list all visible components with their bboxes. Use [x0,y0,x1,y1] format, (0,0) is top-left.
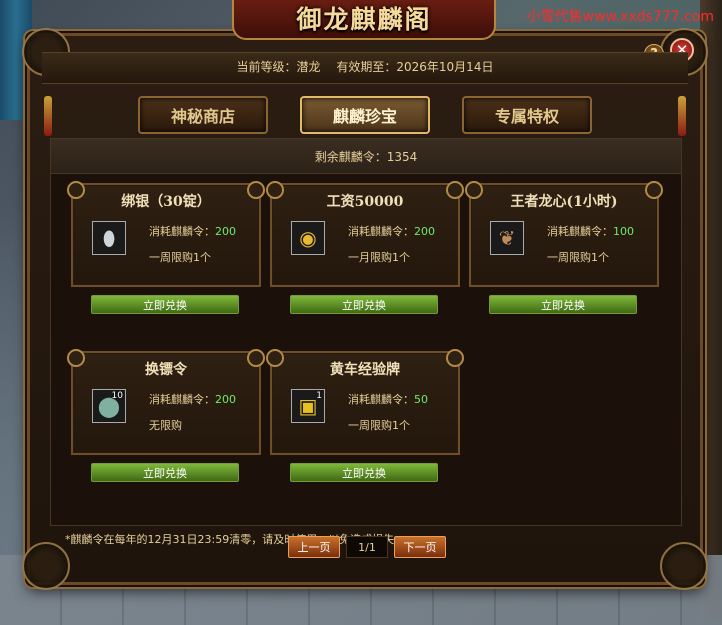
vip-info: 当前等级：潜龙 有效期至：2026年10月14日 [30,58,700,75]
tab-exclusive-privilege[interactable]: 专属特权 [462,96,592,134]
item-count: 10 [111,391,123,401]
expire-label: 有效期至：2026年10月14日 [336,60,494,74]
shop-item-card: 换镖令 ⬤ 10 消耗麒麟令：200 无限购 [67,349,265,455]
gold-cart-icon[interactable]: ▣ 1 [291,389,325,423]
item-title: 黄车经验牌 [330,362,400,378]
shop-item-card: 王者龙心(1小时) ❦ 消耗麒麟令：100 一周限购1个 [465,181,663,287]
page-indicator: 1/1 [346,536,388,558]
shop-panel: 剩余麒麟令：1354 绑银（30锭） ⬮ 消耗麒麟令：200 一周限购1个 立即… [50,138,682,546]
item-title: 工资50000 [326,194,404,210]
watermark-text: 小雪代售www.xxds777.com [526,9,714,25]
redeem-button[interactable]: 立即兑换 [91,463,239,482]
escort-token-icon[interactable]: ⬤ 10 [92,389,126,423]
remaining-tokens: 剩余麒麟令：1354 [51,139,681,174]
next-page-button[interactable]: 下一页 [394,536,446,558]
prev-page-button[interactable]: 上一页 [288,536,340,558]
item-limit: 一周限购1个 [149,251,211,264]
shop-item-card: 工资50000 ◉ 消耗麒麟令：200 一月限购1个 [266,181,464,287]
window-title: 御龙麒麟阁 [232,0,496,40]
silver-ingot-icon[interactable]: ⬮ [92,221,126,255]
background-pillar-right [700,0,722,620]
tassel-ornament [678,96,686,136]
redeem-button[interactable]: 立即兑换 [290,463,438,482]
tab-mystery-shop[interactable]: 神秘商店 [138,96,268,134]
item-title: 王者龙心(1小时) [510,194,618,210]
item-cost: 消耗麒麟令：50 [348,393,428,406]
item-cost: 消耗麒麟令：200 [348,225,435,238]
tab-bar: 神秘商店 麒麟珍宝 专属特权 [138,96,592,134]
shop-item-card: 黄车经验牌 ▣ 1 消耗麒麟令：50 一周限购1个 [266,349,464,455]
shop-item-card: 绑银（30锭） ⬮ 消耗麒麟令：200 一周限购1个 [67,181,265,287]
item-limit: 无限购 [149,419,182,432]
corner-ornament [660,542,708,590]
pagination: 上一页 1/1 下一页 [288,536,446,558]
item-count: 1 [316,391,322,401]
tab-qilin-treasure[interactable]: 麒麟珍宝 [300,96,430,134]
item-limit: 一周限购1个 [547,251,609,264]
item-cost: 消耗麒麟令：200 [149,393,236,406]
redeem-button[interactable]: 立即兑换 [290,295,438,314]
level-label: 当前等级：潜龙 [236,60,321,74]
item-limit: 一月限购1个 [348,251,410,264]
item-cost: 消耗麒麟令：200 [149,225,236,238]
item-title: 换镖令 [145,362,187,378]
corner-ornament [22,542,70,590]
item-title: 绑银（30锭） [121,194,211,210]
item-cost: 消耗麒麟令：100 [547,225,634,238]
item-limit: 一周限购1个 [348,419,410,432]
qilin-pavilion-window: ? ✕ 当前等级：潜龙 有效期至：2026年10月14日 神秘商店 麒麟珍宝 专… [22,28,708,590]
redeem-button[interactable]: 立即兑换 [91,295,239,314]
dragon-heart-icon[interactable]: ❦ [490,221,524,255]
gold-scroll-icon[interactable]: ◉ [291,221,325,255]
tassel-ornament [44,96,52,136]
redeem-button[interactable]: 立即兑换 [489,295,637,314]
